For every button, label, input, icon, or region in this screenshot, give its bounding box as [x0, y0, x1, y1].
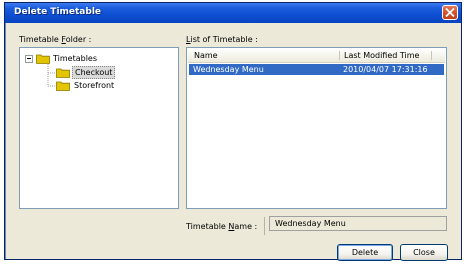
list-label-suffix: ist of Timetable : — [190, 35, 258, 44]
folder-label-prefix: Timetable — [19, 35, 62, 44]
delete-timetable-dialog: Delete Timetable Timetable Folder : Time… — [4, 2, 462, 261]
close-icon[interactable] — [442, 5, 458, 20]
timetable-list-label: List of Timetable : — [186, 35, 258, 44]
window-title: Delete Timetable — [14, 7, 102, 17]
column-header-last-modified[interactable]: Last Modified Time — [344, 49, 419, 62]
tree-label-checkout: Checkout — [72, 66, 116, 79]
tree-label-storefront: Storefront — [74, 81, 115, 90]
close-button[interactable]: Close — [400, 244, 448, 261]
collapse-icon[interactable] — [25, 55, 33, 63]
timetable-list[interactable]: Name Last Modified Time Wednesday Menu 2… — [186, 47, 447, 209]
folder-label-suffix: older : — [65, 35, 92, 44]
row-modified-time: 2010/04/07 17:31:16 — [343, 65, 428, 74]
row-name: Wednesday Menu — [193, 65, 264, 74]
timetable-name-label: Timetable Name : — [186, 222, 257, 231]
column-header-name[interactable]: Name — [194, 49, 218, 62]
folder-icon — [56, 81, 70, 91]
tree-label-timetables: Timetables — [53, 54, 98, 63]
list-header: Name Last Modified Time — [188, 49, 445, 63]
title-bar[interactable]: Delete Timetable — [5, 3, 461, 23]
column-separator[interactable] — [339, 51, 340, 60]
name-label-prefix: Timetable — [186, 222, 229, 231]
table-row[interactable]: Wednesday Menu 2010/04/07 17:31:16 — [189, 64, 444, 75]
timetable-name-field: Wednesday Menu — [269, 216, 447, 231]
column-separator[interactable] — [431, 51, 432, 60]
delete-button[interactable]: Delete — [337, 244, 393, 261]
field-divider — [264, 217, 265, 235]
folder-icon — [56, 68, 70, 78]
name-label-suffix: ame : — [234, 222, 258, 231]
folder-icon — [36, 54, 50, 64]
folder-tree[interactable]: Timetables Checkout Storefront — [19, 47, 179, 209]
timetable-folder-label: Timetable Folder : — [19, 35, 91, 44]
